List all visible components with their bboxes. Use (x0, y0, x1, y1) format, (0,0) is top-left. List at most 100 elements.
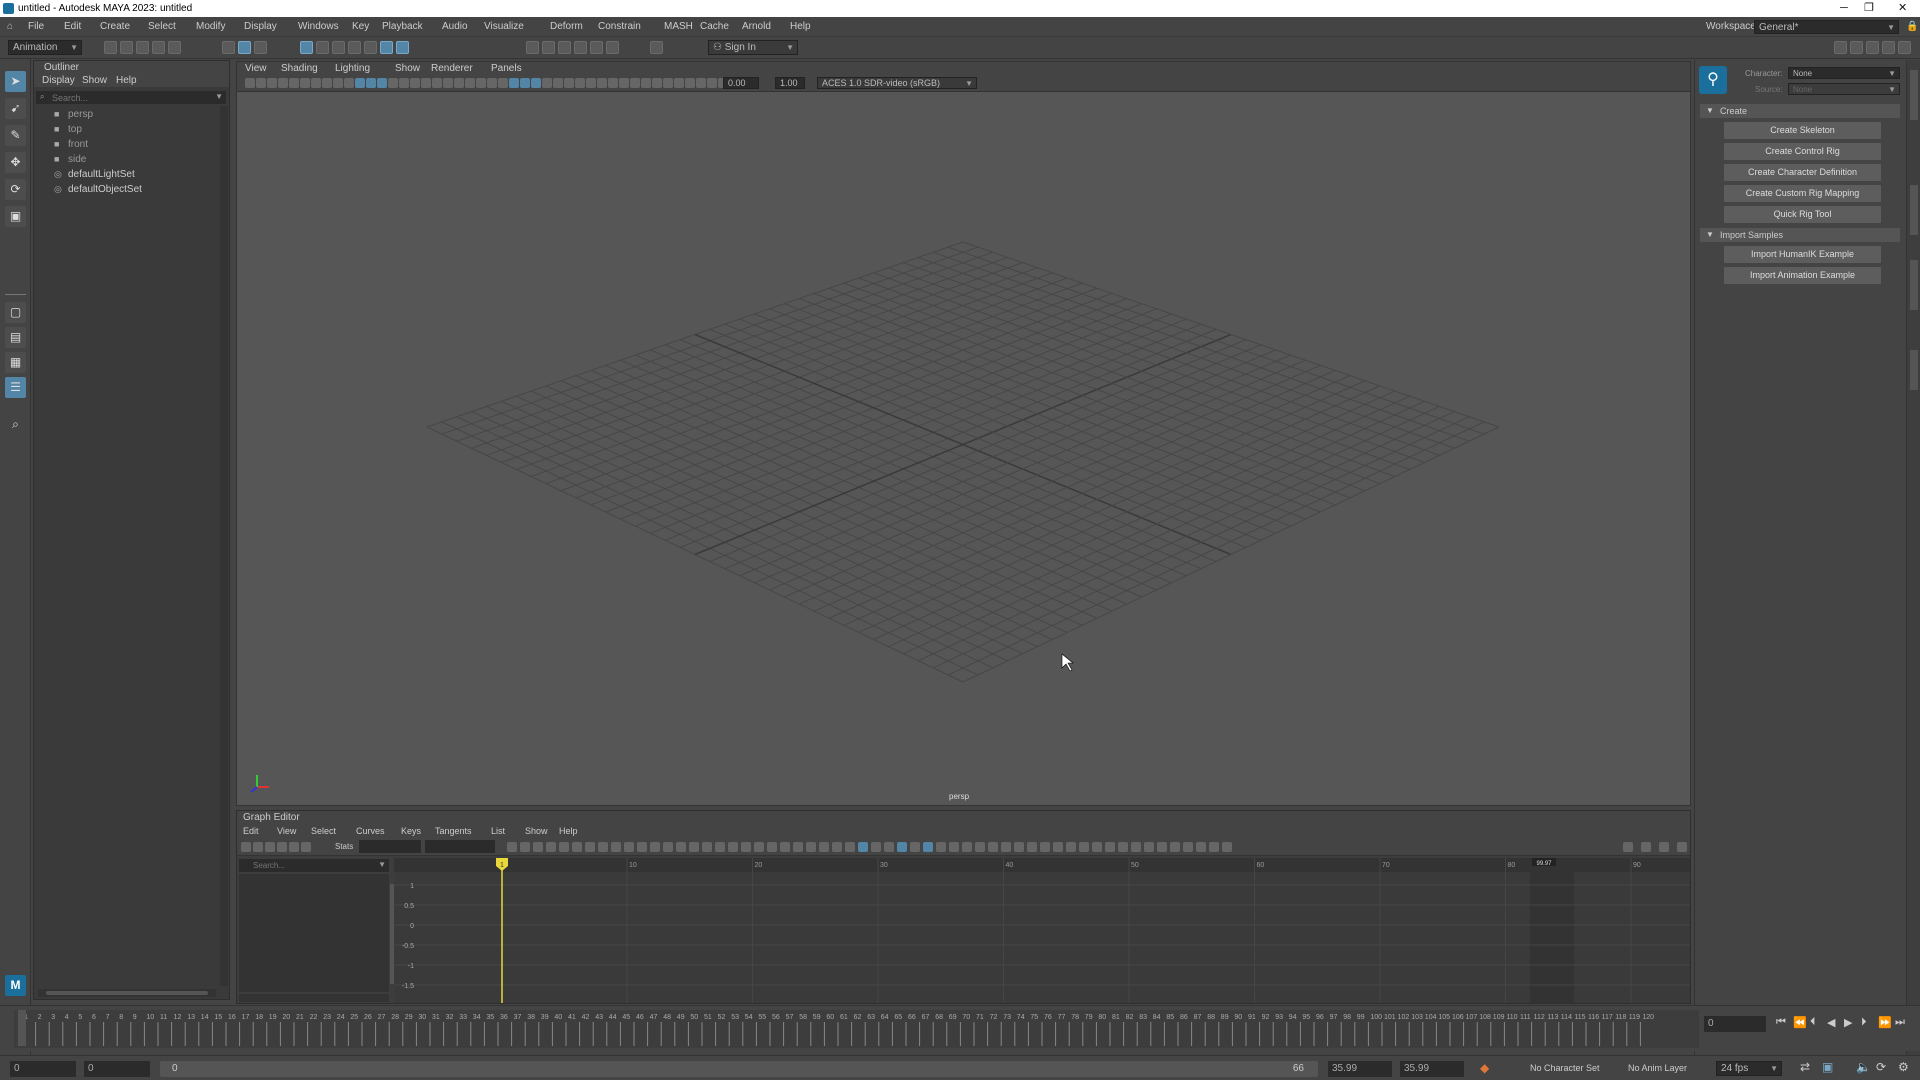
collapse-icon[interactable]: ▼ (1706, 104, 1714, 118)
outliner-menu-show[interactable]: Show (82, 74, 107, 87)
import-animation-example-button[interactable]: Import Animation Example (1724, 267, 1881, 284)
cache-playback-icon[interactable]: ▣ (1822, 1060, 1833, 1074)
render-current-icon[interactable] (542, 41, 555, 54)
graph-tool-icon[interactable] (1118, 842, 1128, 852)
render-view-icon[interactable] (526, 41, 539, 54)
viewport-tool-icon[interactable] (421, 78, 431, 88)
select-tool-icon[interactable]: ➤ (5, 71, 26, 92)
create-character-definition-button[interactable]: Create Character Definition (1724, 164, 1881, 181)
graph-tool-icon[interactable] (1131, 842, 1141, 852)
anim-end-field[interactable]: 35.99 (1400, 1061, 1464, 1077)
search-icon[interactable]: ⌕ (5, 414, 26, 435)
pause-icon[interactable] (650, 41, 663, 54)
graph-tool-icon[interactable] (1183, 842, 1193, 852)
graph-tool-icon[interactable] (702, 842, 712, 852)
graph-layout-icon[interactable] (1659, 842, 1669, 852)
viewport-tool-icon[interactable] (410, 78, 420, 88)
menu-create[interactable]: Create (100, 17, 130, 37)
menu-modify[interactable]: Modify (196, 17, 225, 37)
viewport-menu-lighting[interactable]: Lighting (335, 62, 370, 75)
graph-tool-icon[interactable] (253, 842, 263, 852)
outliner-menu-help[interactable]: Help (116, 74, 137, 87)
source-dropdown[interactable]: None ▼ (1788, 83, 1900, 95)
side-tab-attribute-editor[interactable] (1910, 70, 1918, 120)
home-icon[interactable]: ⌂ (7, 17, 13, 37)
viewport-tool-icon[interactable] (531, 78, 541, 88)
range-start-field[interactable]: 0 (10, 1061, 76, 1077)
graph-tool-icon[interactable] (910, 842, 920, 852)
viewport-tool-icon[interactable] (641, 78, 651, 88)
graph-tool-icon[interactable] (962, 842, 972, 852)
graph-menu-help[interactable]: Help (559, 824, 578, 838)
graph-tool-icon[interactable] (715, 842, 725, 852)
graph-tool-icon[interactable] (793, 842, 803, 852)
graph-tool-icon[interactable] (301, 842, 311, 852)
layout-icon-2[interactable] (1850, 41, 1863, 54)
viewport-tool-icon[interactable] (256, 78, 266, 88)
viewport-menu-renderer[interactable]: Renderer (431, 62, 473, 75)
graph-tool-icon[interactable] (611, 842, 621, 852)
sound-icon[interactable]: 🔈 (1856, 1060, 1871, 1074)
settings-icon[interactable]: ⚙ (1898, 1060, 1909, 1074)
graph-tool-icon[interactable] (663, 842, 673, 852)
viewport-tool-icon[interactable] (630, 78, 640, 88)
graph-layout-icon[interactable] (1623, 842, 1633, 852)
graph-layout-icon[interactable] (1677, 842, 1687, 852)
graph-tool-icon[interactable] (1001, 842, 1011, 852)
rotate-tool-icon[interactable]: ⟳ (5, 179, 26, 200)
graph-tool-icon[interactable] (241, 842, 251, 852)
viewport-tool-icon[interactable] (355, 78, 365, 88)
viewport-tool-icon[interactable] (245, 78, 255, 88)
play-back-icon[interactable]: ◀ (1827, 1016, 1835, 1029)
viewport-menu-show[interactable]: Show (395, 62, 420, 75)
viewport-tool-icon[interactable] (366, 78, 376, 88)
menu-audio[interactable]: Audio (442, 17, 468, 37)
snap-point-icon[interactable] (332, 41, 345, 54)
loop-icon[interactable]: ⇄ (1800, 1060, 1810, 1074)
graph-tool-icon[interactable] (806, 842, 816, 852)
select-object-icon[interactable] (238, 41, 251, 54)
maximize-icon[interactable]: ❐ (1864, 0, 1874, 17)
new-scene-icon[interactable] (104, 41, 117, 54)
graph-tool-icon[interactable] (559, 842, 569, 852)
graph-list-hscrollbar[interactable] (239, 994, 389, 1002)
viewport-tool-icon[interactable] (498, 78, 508, 88)
menu-arnold[interactable]: Arnold (742, 17, 771, 37)
graph-tool-icon[interactable] (1209, 842, 1219, 852)
viewport-tool-icon[interactable] (300, 78, 310, 88)
viewport-menu-view[interactable]: View (245, 62, 267, 75)
outliner-item[interactable]: ■ persp (54, 107, 93, 121)
menu-mash[interactable]: MASH (664, 17, 693, 37)
graph-tool-icon[interactable] (1144, 842, 1154, 852)
create-custom-rig-mapping-button[interactable]: Create Custom Rig Mapping (1724, 185, 1881, 202)
graph-outliner-list[interactable] (239, 874, 389, 992)
graph-tool-icon[interactable] (1157, 842, 1167, 852)
menu-set-dropdown[interactable]: Animation ▼ (8, 40, 82, 55)
viewport-tool-icon[interactable] (388, 78, 398, 88)
menu-playback[interactable]: Playback (382, 17, 423, 37)
hypershade-icon[interactable] (590, 41, 603, 54)
mel-icon[interactable]: M (5, 975, 26, 996)
graph-tool-icon[interactable] (572, 842, 582, 852)
viewport-tool-icon[interactable] (663, 78, 673, 88)
select-component-icon[interactable] (254, 41, 267, 54)
section-header[interactable]: ▼ Import Samples (1700, 228, 1900, 242)
paint-select-tool-icon[interactable]: ✎ (5, 125, 26, 146)
stats-field-1[interactable] (359, 840, 421, 853)
viewport-tool-icon[interactable] (652, 78, 662, 88)
current-frame-field[interactable]: 0 (1704, 1016, 1766, 1032)
viewport-tool-icon[interactable] (674, 78, 684, 88)
graph-tool-icon[interactable] (884, 842, 894, 852)
graph-tool-icon[interactable] (637, 842, 647, 852)
step-forward-key-icon[interactable]: ⏩ (1878, 1016, 1892, 1029)
outliner-scrollbar[interactable] (220, 106, 228, 986)
graph-tool-icon[interactable] (1027, 842, 1037, 852)
range-inner-start-field[interactable]: 0 (84, 1061, 150, 1077)
undo-icon[interactable] (152, 41, 165, 54)
viewport-tool-icon[interactable] (267, 78, 277, 88)
time-playhead[interactable] (18, 1010, 26, 1046)
side-tab-humanik[interactable] (1910, 350, 1918, 390)
snap-view-plane-icon[interactable] (364, 41, 377, 54)
graph-menu-keys[interactable]: Keys (401, 824, 421, 838)
graph-menu-tangents[interactable]: Tangents (435, 824, 472, 838)
